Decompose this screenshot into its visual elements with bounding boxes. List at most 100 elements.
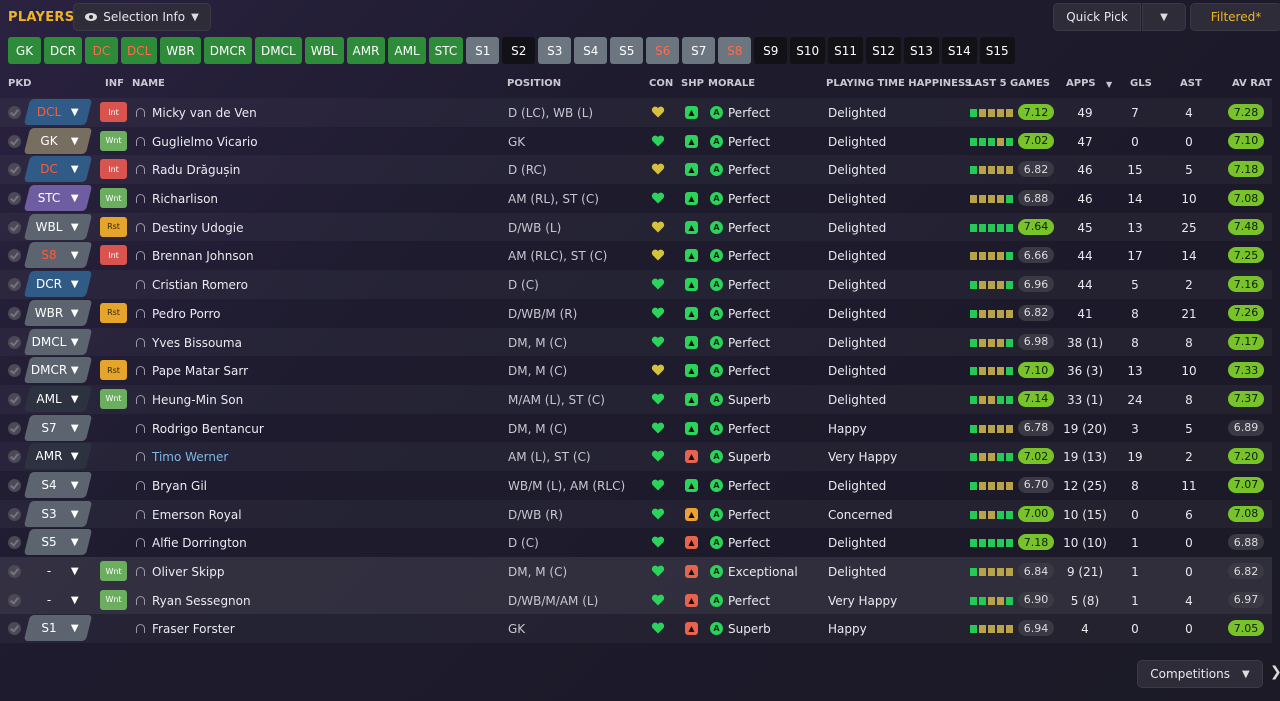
table-row[interactable]: STC ▼ Wnt Richarlison AM (RL), ST (C) ▲ A Perfe… [0, 184, 1272, 213]
player-name[interactable]: Radu Drăgușin [152, 163, 240, 177]
table-row[interactable]: S5 ▼ Alfie Dorrington D (C) ▲ A Perfect Delight… [0, 528, 1272, 557]
player-name[interactable]: Timo Werner [152, 450, 228, 464]
quick-pick-button[interactable]: Quick Pick [1053, 3, 1141, 31]
player-name[interactable]: Micky van de Ven [152, 106, 257, 120]
position-chip-s3[interactable]: S3 [538, 37, 572, 64]
player-name[interactable]: Heung-Min Son [152, 393, 243, 407]
select-checkbox[interactable] [8, 565, 21, 578]
position-select[interactable]: S8 ▼ [23, 242, 93, 269]
position-chip-s9[interactable]: S9 [754, 37, 788, 64]
col-con[interactable]: CON [649, 78, 673, 89]
position-chip-s7[interactable]: S7 [682, 37, 716, 64]
position-chip-s1[interactable]: S1 [466, 37, 500, 64]
position-select[interactable]: DMCL ▼ [23, 328, 93, 355]
player-name[interactable]: Guglielmo Vicario [152, 135, 258, 149]
col-apps[interactable]: APPS [1066, 78, 1096, 89]
select-checkbox[interactable] [8, 622, 21, 636]
col-morale[interactable]: MORALE [708, 78, 755, 89]
position-chip-s5[interactable]: S5 [610, 37, 644, 64]
player-name[interactable]: Ryan Sessegnon [152, 594, 251, 608]
position-chip-s10[interactable]: S10 [790, 37, 826, 64]
position-select[interactable]: DC ▼ [23, 156, 93, 183]
select-checkbox[interactable] [8, 593, 21, 607]
table-row[interactable]: WBL ▼ Rst Destiny Udogie D/WB (L) ▲ A Perfect De… [0, 213, 1272, 242]
player-name[interactable]: Yves Bissouma [152, 336, 242, 350]
position-select[interactable]: S7 ▼ [23, 414, 93, 441]
player-name[interactable]: Cristian Romero [152, 278, 248, 292]
select-checkbox[interactable] [8, 450, 21, 464]
position-select[interactable]: - ▼ [24, 587, 92, 613]
competitions-button[interactable]: Competitions ▼ [1137, 660, 1263, 688]
player-name[interactable]: Fraser Forster [152, 622, 235, 636]
position-chip-dcr[interactable]: DCR [44, 37, 82, 64]
position-chip-dmcr[interactable]: DMCR [203, 37, 253, 64]
position-chip-s13[interactable]: S13 [903, 37, 939, 64]
filter-button[interactable]: Filtered* [1190, 3, 1280, 31]
select-checkbox[interactable] [8, 306, 21, 320]
position-chip-amr[interactable]: AMR [346, 37, 386, 64]
table-row[interactable]: DCR ▼ Cristian Romero D (C) ▲ A Perfect Delight… [0, 270, 1272, 299]
table-row[interactable]: DC ▼ Int Radu Drăgușin D (RC) ▲ A Perfect Deligh… [0, 155, 1272, 184]
selection-info-button[interactable]: Selection Info ▼ [73, 3, 211, 31]
chevron-right-icon[interactable]: ❯ [1270, 664, 1280, 680]
table-row[interactable]: WBR ▼ Rst Pedro Porro D/WB/M (R) ▲ A Perfect Del… [0, 299, 1272, 328]
position-select[interactable]: DCR ▼ [23, 271, 93, 298]
position-select[interactable]: STC ▼ [23, 185, 93, 212]
table-row[interactable]: S8 ▼ Int Brennan Johnson AM (RLC), ST (C) ▲ A P… [0, 241, 1272, 270]
position-chip-aml[interactable]: AML [388, 37, 426, 64]
position-select[interactable]: WBL ▼ [23, 213, 93, 240]
select-checkbox[interactable] [8, 364, 21, 378]
table-row[interactable]: - ▼ Wnt Ryan Sessegnon D/WB/M/AM (L) ▲ A Perfec… [0, 585, 1272, 615]
position-chip-gk[interactable]: GK [8, 37, 41, 64]
col-last5[interactable]: LAST 5 GAMES [968, 78, 1050, 89]
position-select[interactable]: WBR ▼ [23, 299, 93, 326]
select-checkbox[interactable] [8, 163, 21, 177]
position-select[interactable]: S4 ▼ [23, 471, 93, 498]
table-row[interactable]: S4 ▼ Bryan Gil WB/M (L), AM (RLC) ▲ A Perfect D… [0, 471, 1272, 500]
table-row[interactable]: S3 ▼ Emerson Royal D/WB (R) ▲ A Perfect Concern… [0, 500, 1272, 529]
table-row[interactable]: - ▼ Wnt Oliver Skipp DM, M (C) ▲ A Exceptional D… [0, 557, 1272, 586]
position-select[interactable]: DMCR ▼ [23, 357, 93, 384]
select-checkbox[interactable] [8, 421, 21, 435]
select-checkbox[interactable] [8, 134, 21, 148]
col-position[interactable]: POSITION [507, 78, 561, 89]
select-checkbox[interactable] [8, 507, 21, 521]
player-name[interactable]: Alfie Dorrington [152, 536, 247, 550]
position-select[interactable]: S1 ▼ [23, 615, 93, 642]
player-name[interactable]: Emerson Royal [152, 508, 242, 522]
sort-desc-icon[interactable]: ▼ [1106, 80, 1112, 89]
select-checkbox[interactable] [8, 392, 21, 406]
position-chip-s8[interactable]: S8 [718, 37, 752, 64]
position-chip-s6[interactable]: S6 [646, 37, 680, 64]
position-select[interactable]: - ▼ [24, 558, 92, 584]
position-chip-wbl[interactable]: WBL [304, 37, 344, 64]
col-name[interactable]: NAME [132, 78, 165, 89]
table-row[interactable]: GK ▼ Wnt Guglielmo Vicario GK ▲ A Perfect Deligh… [0, 127, 1272, 156]
select-checkbox[interactable] [8, 335, 21, 349]
table-row[interactable]: AMR ▼ Timo Werner AM (L), ST (C) ▲ A Superb Ver… [0, 442, 1272, 471]
table-row[interactable]: AML ▼ Wnt Heung-Min Son M/AM (L), ST (C) ▲ A Su… [0, 385, 1272, 414]
col-pkd[interactable]: PKD [8, 78, 31, 89]
position-chip-s12[interactable]: S12 [866, 37, 901, 64]
position-chip-s4[interactable]: S4 [574, 37, 608, 64]
position-chip-s2[interactable]: S2 [502, 37, 536, 64]
table-row[interactable]: DMCR ▼ Rst Pape Matar Sarr DM, M (C) ▲ A Perfec… [0, 356, 1272, 385]
position-chip-dc[interactable]: DC [84, 37, 118, 64]
col-ast[interactable]: AST [1180, 78, 1202, 89]
position-chip-stc[interactable]: STC [428, 37, 464, 64]
table-row[interactable]: S7 ▼ Rodrigo Bentancur DM, M (C) ▲ A Perfect Ha… [0, 414, 1272, 443]
select-checkbox[interactable] [8, 278, 21, 292]
position-select[interactable]: AML ▼ [23, 385, 93, 412]
select-checkbox[interactable] [8, 536, 21, 550]
player-name[interactable]: Rodrigo Bentancur [152, 422, 264, 436]
position-chip-s14[interactable]: S14 [941, 37, 977, 64]
col-inf[interactable]: INF [105, 78, 124, 89]
position-select[interactable]: AMR ▼ [23, 443, 93, 470]
position-chip-s15[interactable]: S15 [979, 37, 1015, 64]
position-chip-dmcl[interactable]: DMCL [255, 37, 302, 64]
col-playing-time[interactable]: PLAYING TIME HAPPINESS [826, 78, 972, 89]
position-chip-wbr[interactable]: WBR [160, 37, 201, 64]
table-row[interactable]: DMCL ▼ Yves Bissouma DM, M (C) ▲ A Perfect Deli… [0, 328, 1272, 357]
table-row[interactable]: DCL ▼ Int Micky van de Ven D (LC), WB (L) ▲ A P… [0, 98, 1272, 127]
select-checkbox[interactable] [8, 478, 21, 492]
